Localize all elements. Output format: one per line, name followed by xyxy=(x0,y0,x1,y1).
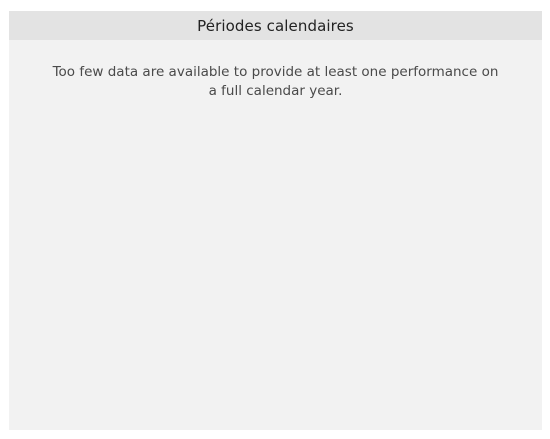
panel-title: Périodes calendaires xyxy=(9,11,542,40)
calendar-periods-panel: Périodes calendaires Too few data are av… xyxy=(9,11,542,430)
empty-state-message: Too few data are available to provide at… xyxy=(52,64,499,99)
